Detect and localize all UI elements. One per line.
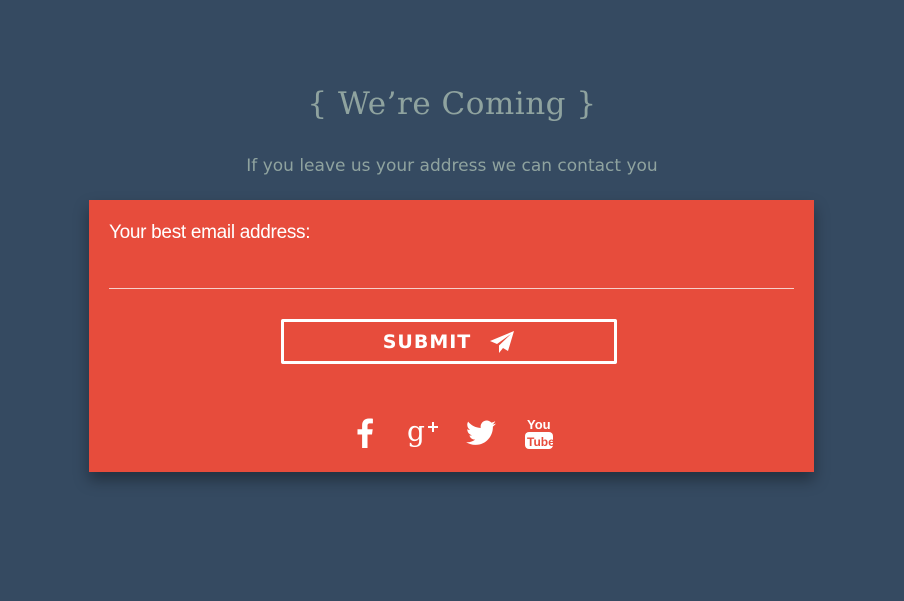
email-input[interactable]: [109, 256, 794, 288]
youtube-icon: You Tube: [524, 417, 554, 449]
twitter-icon: [465, 420, 496, 445]
submit-label: SUBMIT: [382, 330, 472, 353]
facebook-icon: [357, 418, 373, 448]
signup-card: Your best email address: SUBMIT g You Tu…: [89, 200, 814, 472]
google-plus-icon: g: [407, 417, 438, 448]
svg-text:g: g: [407, 417, 425, 448]
paper-plane-icon: [490, 330, 515, 353]
google-plus-link[interactable]: g: [407, 414, 439, 452]
page-subtitle: If you leave us your address we can cont…: [246, 156, 658, 176]
page-title: { We’re Coming }: [307, 86, 597, 122]
facebook-link[interactable]: [349, 414, 381, 452]
twitter-link[interactable]: [465, 414, 497, 452]
youtube-link[interactable]: You Tube: [523, 414, 555, 452]
youtube-you-text: You: [527, 417, 551, 432]
email-label: Your best email address:: [109, 222, 311, 243]
youtube-tube-text: Tube: [527, 435, 554, 449]
social-links: g You Tube: [89, 414, 814, 452]
submit-button[interactable]: SUBMIT: [281, 319, 617, 364]
email-field[interactable]: [109, 256, 794, 289]
